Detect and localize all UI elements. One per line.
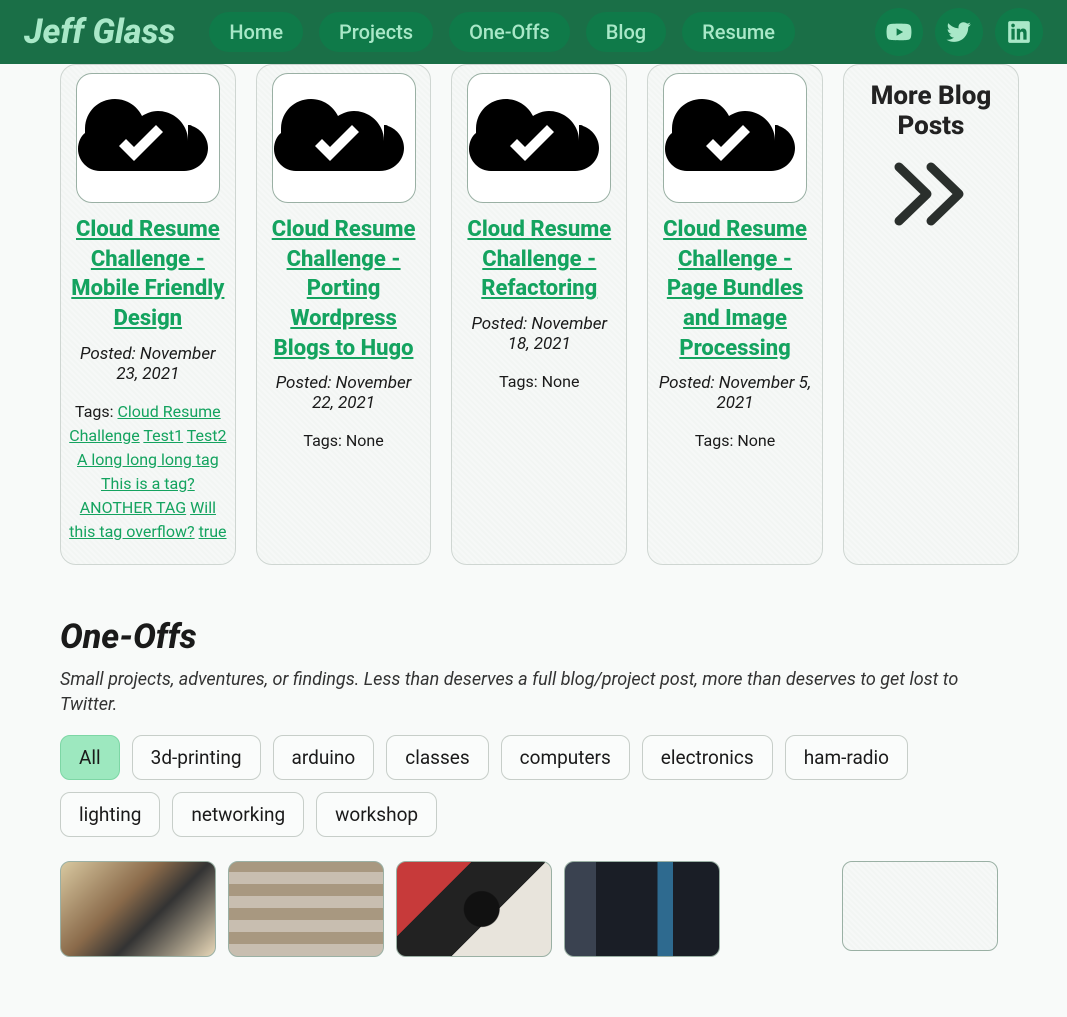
card-tags-none: Tags: None xyxy=(303,429,383,453)
nav-projects[interactable]: Projects xyxy=(319,12,433,52)
filter-ham-radio[interactable]: ham-radio xyxy=(785,735,908,780)
card-date: Posted: November 23, 2021 xyxy=(69,344,227,384)
card-date: Posted: November 22, 2021 xyxy=(265,373,423,413)
nav-oneoffs[interactable]: One-Offs xyxy=(449,12,570,52)
twitter-icon[interactable] xyxy=(935,8,983,56)
card-title-link[interactable]: Cloud Resume Challenge - Porting Wordpre… xyxy=(265,215,423,363)
cloud-check-icon xyxy=(78,86,218,190)
tags-label: Tags: xyxy=(75,402,117,421)
youtube-icon[interactable] xyxy=(875,8,923,56)
filter-networking[interactable]: networking xyxy=(172,792,304,837)
card-tags: Tags: Cloud Resume Challenge Test1 Test2… xyxy=(69,400,227,544)
more-blog-posts[interactable]: More Blog Posts xyxy=(843,64,1019,565)
filter-row: All 3d-printing arduino classes computer… xyxy=(60,735,1019,837)
oneoff-thumb-empty[interactable] xyxy=(842,861,998,951)
tag-link[interactable]: true xyxy=(199,522,227,541)
blog-card: Cloud Resume Challenge - Mobile Friendly… xyxy=(60,64,236,565)
filter-classes[interactable]: classes xyxy=(386,735,488,780)
tag-link[interactable]: Test2 xyxy=(187,426,227,445)
card-tags-none: Tags: None xyxy=(695,429,775,453)
nav-home[interactable]: Home xyxy=(209,12,303,52)
card-title-link[interactable]: Cloud Resume Challenge - Mobile Friendly… xyxy=(69,215,227,334)
card-date: Posted: November 18, 2021 xyxy=(460,314,618,354)
blog-card: Cloud Resume Challenge - Porting Wordpre… xyxy=(256,64,432,565)
oneoff-thumb[interactable] xyxy=(396,861,552,957)
double-chevron-right-icon xyxy=(891,159,971,233)
tag-link[interactable]: This is a tag? xyxy=(101,474,195,493)
linkedin-icon[interactable] xyxy=(995,8,1043,56)
tag-link[interactable]: A long long long tag xyxy=(77,450,219,469)
nav-resume[interactable]: Resume xyxy=(682,12,795,52)
site-brand[interactable]: Jeff Glass xyxy=(24,12,175,52)
nav-blog[interactable]: Blog xyxy=(586,12,666,52)
more-title: More Blog Posts xyxy=(860,81,1002,141)
filter-workshop[interactable]: workshop xyxy=(316,792,437,837)
oneoffs-subheading: Small projects, adventures, or findings.… xyxy=(60,667,1019,717)
filter-all[interactable]: All xyxy=(60,735,120,780)
filter-3d-printing[interactable]: 3d-printing xyxy=(132,735,261,780)
filter-electronics[interactable]: electronics xyxy=(642,735,773,780)
card-image xyxy=(467,73,611,203)
top-nav: Jeff Glass Home Projects One-Offs Blog R… xyxy=(0,0,1067,64)
oneoffs-thumbs xyxy=(60,861,1019,957)
card-title-link[interactable]: Cloud Resume Challenge - Refactoring xyxy=(460,215,618,304)
card-tags-none: Tags: None xyxy=(499,370,579,394)
oneoff-thumb[interactable] xyxy=(564,861,720,957)
filter-computers[interactable]: computers xyxy=(501,735,630,780)
card-title-link[interactable]: Cloud Resume Challenge - Page Bundles an… xyxy=(656,215,814,363)
card-date: Posted: November 5, 2021 xyxy=(656,373,814,413)
cloud-check-icon xyxy=(274,86,414,190)
blog-card: Cloud Resume Challenge - Page Bundles an… xyxy=(647,64,823,565)
blog-card: Cloud Resume Challenge - Refactoring Pos… xyxy=(451,64,627,565)
blog-cards-row: Cloud Resume Challenge - Mobile Friendly… xyxy=(60,64,1019,565)
tag-link[interactable]: ANOTHER TAG xyxy=(80,498,186,517)
oneoff-thumb[interactable] xyxy=(60,861,216,957)
filter-arduino[interactable]: arduino xyxy=(273,735,375,780)
tag-link[interactable]: Test1 xyxy=(143,426,183,445)
oneoff-thumb[interactable] xyxy=(228,861,384,957)
nav-links: Home Projects One-Offs Blog Resume xyxy=(209,12,795,52)
card-image xyxy=(663,73,807,203)
cloud-check-icon xyxy=(469,86,609,190)
card-image xyxy=(272,73,416,203)
oneoffs-heading: One-Offs xyxy=(60,617,1019,657)
filter-lighting[interactable]: lighting xyxy=(60,792,160,837)
card-image xyxy=(76,73,220,203)
cloud-check-icon xyxy=(665,86,805,190)
nav-social xyxy=(875,8,1043,56)
